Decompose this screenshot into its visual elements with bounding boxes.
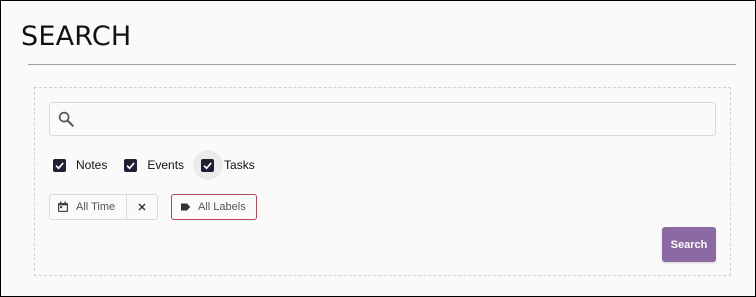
search-button[interactable]: Search xyxy=(662,227,716,262)
events-label: Events xyxy=(147,158,185,172)
search-panel: Notes Events Tasks All Time All Labels S… xyxy=(34,87,731,276)
events-check-box[interactable] xyxy=(124,158,138,172)
tasks-label: Tasks xyxy=(224,158,255,172)
check-icon xyxy=(203,161,212,169)
search-input[interactable] xyxy=(82,107,706,133)
date-range-label: All Time xyxy=(76,201,116,213)
type-filters: Notes Events Tasks xyxy=(50,150,269,180)
page-title: SEARCH xyxy=(21,21,132,52)
search-page: SEARCH Notes Events Tasks All Time All L… xyxy=(0,0,756,297)
tasks-checkbox[interactable]: Tasks xyxy=(193,150,255,180)
notes-check-box[interactable] xyxy=(53,158,66,172)
search-icon xyxy=(58,111,74,127)
notes-label: Notes xyxy=(76,158,108,172)
clear-date-button[interactable] xyxy=(127,195,157,219)
labels-filter-label: All Labels xyxy=(198,201,246,213)
label-tag-icon xyxy=(181,203,191,211)
calendar-icon xyxy=(58,201,68,212)
labels-filter-button[interactable]: All Labels xyxy=(171,194,257,220)
check-icon xyxy=(55,161,64,169)
search-field[interactable] xyxy=(49,102,716,136)
date-range-button[interactable]: All Time xyxy=(50,195,127,219)
date-range-group: All Time xyxy=(49,194,158,220)
title-divider xyxy=(28,64,736,65)
close-icon xyxy=(138,203,146,211)
check-icon xyxy=(126,161,136,169)
events-checkbox[interactable]: Events xyxy=(121,158,184,172)
tasks-check-box[interactable] xyxy=(201,158,215,172)
notes-checkbox[interactable]: Notes xyxy=(50,158,107,172)
